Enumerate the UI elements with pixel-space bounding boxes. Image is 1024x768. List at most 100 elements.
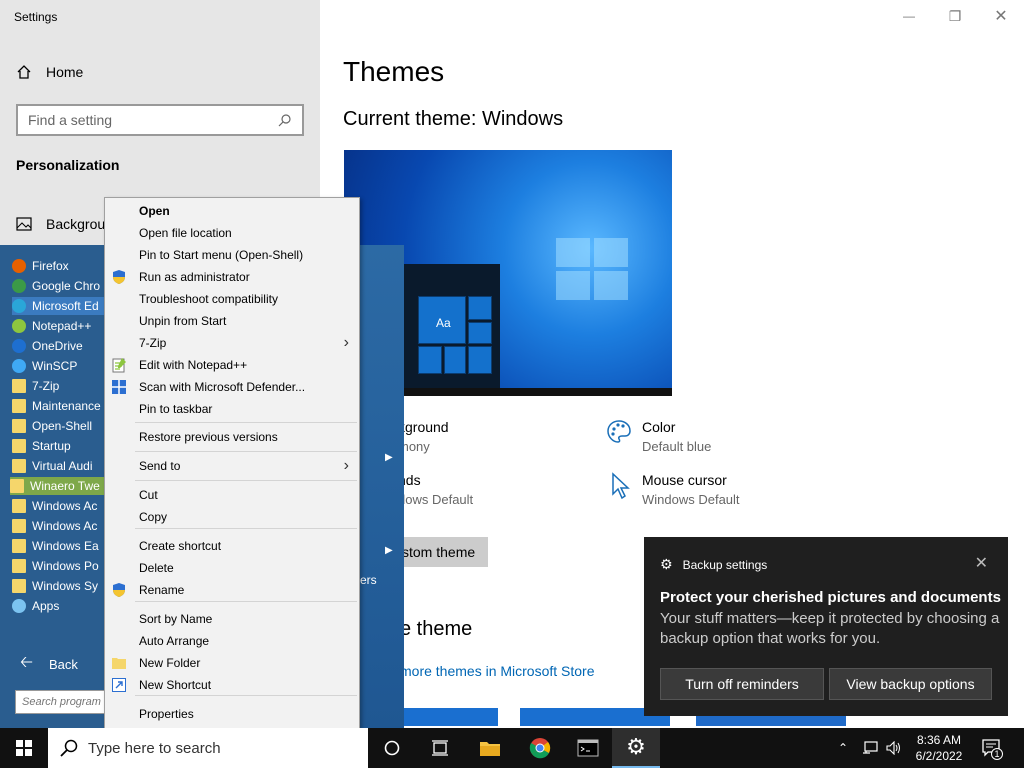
- program-item[interactable]: Windows Po: [12, 557, 108, 575]
- context-menu-item[interactable]: 7-Zip ›: [105, 332, 359, 354]
- view-backup-options-button[interactable]: View backup options: [829, 668, 992, 700]
- picture-icon: [16, 217, 32, 231]
- turn-off-reminders-button[interactable]: Turn off reminders: [660, 668, 824, 700]
- program-item[interactable]: Apps: [12, 597, 108, 615]
- context-menu-item[interactable]: Auto Arrange: [105, 630, 359, 652]
- context-menu-item[interactable]: Delete: [105, 557, 359, 579]
- show-hidden-icons-button[interactable]: ⌃: [838, 728, 848, 768]
- program-item[interactable]: Windows Ac: [12, 497, 108, 515]
- mouse-cursor-setting[interactable]: Mouse cursor Windows Default: [610, 472, 740, 507]
- context-menu-item[interactable]: Scan with Microsoft Defender...: [105, 376, 359, 398]
- context-menu-item[interactable]: Run as administrator: [105, 266, 359, 288]
- program-label: Windows Ea: [32, 539, 99, 553]
- start-button[interactable]: [0, 728, 48, 768]
- chevron-right-icon: ›: [343, 457, 349, 474]
- start-search-box[interactable]: [15, 690, 109, 714]
- program-item[interactable]: 7-Zip: [12, 377, 108, 395]
- context-menu-item[interactable]: New Folder: [105, 652, 359, 674]
- context-menu-item[interactable]: Open: [105, 200, 359, 222]
- context-menu-item[interactable]: Troubleshoot compatibility: [105, 288, 359, 310]
- program-item[interactable]: OneDrive: [12, 337, 108, 355]
- program-item[interactable]: Microsoft Ed: [12, 297, 108, 315]
- program-item[interactable]: Open-Shell: [12, 417, 108, 435]
- program-item[interactable]: Winaero Twe: [10, 477, 106, 495]
- settings-button[interactable]: ⚙: [612, 728, 660, 768]
- context-menu-label: Troubleshoot compatibility: [139, 292, 278, 306]
- sounds-setting[interactable]: nds dows Default: [398, 472, 473, 507]
- context-menu-item[interactable]: Cut: [105, 484, 359, 506]
- program-item[interactable]: Startup: [12, 437, 108, 455]
- shortcut-icon: [111, 677, 127, 693]
- task-view-button[interactable]: [416, 728, 464, 768]
- program-label: Maintenance: [32, 399, 101, 413]
- shield-icon: [111, 582, 127, 598]
- volume-button[interactable]: [886, 728, 902, 768]
- context-menu-item[interactable]: Create shortcut: [105, 535, 359, 557]
- restore-button[interactable]: ❐: [940, 6, 970, 26]
- taskbar-search-box[interactable]: Type here to search: [48, 728, 368, 768]
- program-item[interactable]: Virtual Audi: [12, 457, 108, 475]
- current-theme-label: Current theme: Windows: [343, 108, 564, 130]
- menu-separator: [135, 695, 357, 696]
- context-menu-item[interactable]: Properties: [105, 703, 359, 725]
- context-menu-item[interactable]: Sort by Name: [105, 608, 359, 630]
- folder-icon: [12, 459, 26, 473]
- back-label: Back: [48, 657, 78, 672]
- context-menu-label: Rename: [139, 583, 185, 597]
- context-menu-item[interactable]: Restore previous versions: [105, 426, 359, 448]
- network-button[interactable]: [862, 728, 878, 768]
- taskbar: Type here to search ⚙ ⌃ 8:36 AM 6/2/2022…: [0, 728, 1024, 768]
- clock[interactable]: 8:36 AM 6/2/2022: [908, 732, 970, 764]
- color-setting[interactable]: Color Default blue: [606, 419, 711, 454]
- folder-icon: [12, 579, 26, 593]
- folder-icon: [12, 439, 26, 453]
- find-setting-box[interactable]: [16, 104, 304, 136]
- backup-notification[interactable]: ⚙ Backup settings ✕ Protect your cherish…: [644, 537, 1008, 716]
- program-label: Windows Ac: [32, 519, 98, 533]
- context-menu-item[interactable]: Edit with Notepad++: [105, 354, 359, 376]
- action-center-button[interactable]: 1: [982, 728, 1003, 768]
- context-menu-item[interactable]: Pin to Start menu (Open-Shell): [105, 244, 359, 266]
- cortana-button[interactable]: [368, 728, 416, 768]
- file-explorer-button[interactable]: [466, 728, 514, 768]
- context-menu-label: Properties: [139, 707, 194, 721]
- start-search-input[interactable]: [22, 691, 108, 713]
- program-item[interactable]: Google Chro: [12, 277, 108, 295]
- minimize-button[interactable]: —: [894, 6, 924, 26]
- back-button[interactable]: 🡠 Back: [20, 651, 78, 678]
- folder-icon: [111, 655, 127, 671]
- store-themes-link[interactable]: more themes in Microsoft Store: [400, 663, 595, 679]
- program-item[interactable]: Maintenance: [12, 397, 108, 415]
- sounds-value: dows Default: [398, 492, 474, 507]
- sidebar-item-background[interactable]: Backgrou: [16, 216, 105, 232]
- context-menu-item[interactable]: Copy: [105, 506, 359, 528]
- context-menu-item[interactable]: Open file location: [105, 222, 359, 244]
- program-item[interactable]: Windows Ea: [12, 537, 108, 555]
- close-button[interactable]: ✕: [986, 6, 1016, 26]
- chevron-right-icon: ›: [343, 334, 349, 351]
- background-setting[interactable]: kground mony: [398, 419, 449, 454]
- context-menu-item[interactable]: New Shortcut: [105, 674, 359, 696]
- context-menu-item[interactable]: Pin to taskbar: [105, 398, 359, 420]
- program-label: Microsoft Ed: [32, 299, 99, 313]
- context-menu-item[interactable]: Rename: [105, 579, 359, 601]
- program-item[interactable]: WinSCP: [12, 357, 108, 375]
- find-setting-input[interactable]: [28, 112, 278, 128]
- color-value: Default blue: [642, 439, 712, 454]
- chrome-button[interactable]: [516, 728, 564, 768]
- program-item[interactable]: Notepad++: [12, 317, 108, 335]
- program-item[interactable]: Firefox: [12, 257, 108, 275]
- home-nav-item[interactable]: Home: [16, 64, 83, 80]
- program-item[interactable]: Windows Sy: [12, 577, 108, 595]
- menu-separator: [135, 601, 357, 602]
- search-icon[interactable]: [278, 113, 292, 127]
- program-label: Startup: [32, 439, 71, 453]
- context-menu-item[interactable]: Unpin from Start: [105, 310, 359, 332]
- volume-icon: [886, 741, 900, 755]
- menu-separator: [135, 480, 357, 481]
- program-item[interactable]: Windows Ac: [12, 517, 108, 535]
- close-icon[interactable]: ✕: [975, 553, 988, 573]
- clock-time: 8:36 AM: [916, 733, 962, 747]
- context-menu-item[interactable]: Send to ›: [105, 455, 359, 477]
- command-prompt-button[interactable]: [564, 728, 612, 768]
